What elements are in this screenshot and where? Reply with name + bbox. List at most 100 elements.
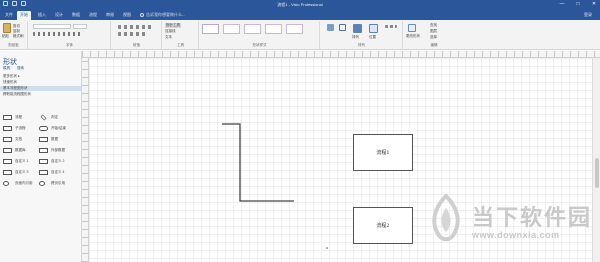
horizontal-ruler (82, 51, 600, 58)
align-button[interactable]: 排列 (352, 35, 359, 40)
position-icon[interactable] (369, 24, 378, 33)
quick-shapes-item[interactable]: 快速形状 (3, 80, 79, 85)
paragraph-group: 段落 (112, 21, 162, 49)
maximize-button[interactable]: □ (575, 1, 581, 7)
paragraph-group-label: 段落 (133, 43, 140, 47)
style-swatch[interactable] (286, 24, 303, 34)
stencil-shape[interactable]: 外部数据 (39, 146, 65, 154)
watermark-url: www.downxia.com (472, 230, 560, 240)
shape-label: 外部数据 (51, 148, 65, 152)
text-tool-button[interactable]: 文本 (165, 35, 172, 40)
stencil-shape[interactable]: 自定义 3 (3, 168, 28, 176)
shape-label: 数据 (51, 137, 58, 141)
scrollbar-thumb[interactable] (595, 158, 599, 188)
shape-thumbnail-icon (3, 170, 12, 175)
tab-review[interactable]: 审阅 (103, 11, 117, 20)
ribbon: 粘贴 剪切 复制 格式刷 剪贴板 字体 段落 指针工具 连接线 文本 工具 形状… (0, 20, 600, 50)
tab-home[interactable]: 开始 (17, 11, 31, 20)
stencil-shape[interactable]: 跨页引用 (39, 179, 65, 187)
shape-thumbnail-icon (39, 159, 48, 164)
minimize-button[interactable]: — (559, 1, 565, 7)
style-swatch[interactable] (202, 24, 219, 34)
format-painter-button[interactable]: 格式刷 (13, 34, 24, 39)
font-name-select[interactable] (33, 24, 71, 29)
tools-group-label: 工具 (177, 43, 184, 47)
select-button[interactable]: 选择 (430, 35, 437, 40)
stencil-shape[interactable]: 判定 (39, 113, 58, 121)
close-button[interactable]: ✕ (591, 1, 597, 7)
indent-buttons[interactable] (118, 32, 146, 36)
stencil-shape[interactable]: 自定义 1 (3, 157, 28, 165)
tab-insert[interactable]: 插入 (35, 11, 49, 20)
font-format-buttons[interactable] (33, 32, 83, 36)
clipboard-group: 粘贴 剪切 复制 格式刷 剪贴板 (0, 21, 28, 49)
process-shape-2[interactable]: 流程2 (353, 207, 413, 244)
shape-thumbnail-icon (3, 115, 12, 120)
stencils-tab[interactable]: 模具 (3, 66, 10, 70)
group-buttons[interactable] (385, 25, 397, 28)
tell-me-box[interactable]: 告诉我你想要做什么... (140, 12, 185, 18)
position-button[interactable]: 位置 (369, 35, 376, 40)
elbow-connector[interactable] (222, 123, 294, 202)
connector-button[interactable]: 连接线 (165, 29, 176, 34)
process-2-label: 流程2 (376, 223, 390, 229)
paste-button[interactable]: 粘贴 (2, 34, 9, 39)
lightbulb-icon (140, 13, 144, 17)
stencil-shape[interactable]: 数据 (39, 135, 58, 143)
style-swatch[interactable] (265, 24, 282, 34)
shape-label: 子流程 (15, 126, 26, 130)
stencil-shape[interactable]: 文档 (3, 135, 22, 143)
stencil-shape[interactable]: 页面内引用 (3, 179, 33, 187)
stencil-shape[interactable]: 流程 (3, 113, 22, 121)
change-shape-icon[interactable] (408, 24, 416, 32)
font-size-select[interactable] (73, 24, 87, 29)
cross-functional-item[interactable]: 跨职能流程图形状 (3, 92, 79, 97)
shape-label: 判定 (51, 115, 58, 119)
sign-in-link[interactable]: 登录 (584, 12, 592, 18)
align-icon[interactable] (353, 24, 362, 33)
shape-styles-group-label: 形状样式 (252, 43, 267, 47)
layers-button[interactable]: 图层 (430, 29, 437, 34)
basic-flowchart-item[interactable]: 基本流程图形状 (0, 86, 81, 91)
tell-me-text: 告诉我你想要做什么... (146, 12, 186, 17)
pointer-tool-button[interactable]: 指针工具 (165, 23, 181, 28)
shape-label: 开始/结束 (51, 126, 66, 130)
editing-group-label: 编辑 (430, 43, 438, 47)
title-bar: 流程1 - Visio Professional — □ ✕ (0, 0, 600, 9)
stencil-shape[interactable]: 自定义 4 (39, 168, 64, 176)
tab-data[interactable]: 数据 (69, 11, 83, 20)
style-swatch[interactable] (244, 24, 261, 34)
change-shape-button[interactable]: 更改形状 (406, 34, 420, 39)
ribbon-tabs: 文件 开始 插入 设计 数据 流程 审阅 视图 告诉我你想要做什么... 登录 (0, 9, 600, 20)
search-tab[interactable]: 搜索 (17, 66, 24, 70)
stencil-shape[interactable]: 开始/结束 (39, 124, 66, 132)
tools-group: 指针工具 连接线 文本 工具 (163, 21, 199, 49)
shape-label: 页面内引用 (15, 181, 33, 185)
stencil-shape[interactable]: 数据库 (3, 146, 26, 154)
window-controls: — □ ✕ (559, 1, 597, 7)
tab-view[interactable]: 视图 (120, 11, 134, 20)
style-swatch[interactable] (223, 24, 240, 34)
find-button[interactable]: 查找 (430, 23, 437, 28)
arrange-group-label: 排列 (358, 43, 365, 47)
tab-process[interactable]: 流程 (86, 11, 100, 20)
process-shape-1[interactable]: 流程1 (353, 134, 413, 171)
line-icon[interactable] (339, 24, 346, 31)
tab-design[interactable]: 设计 (52, 11, 66, 20)
shape-thumbnail-icon (39, 170, 48, 175)
shape-thumbnail-icon (3, 148, 12, 153)
more-shapes-item[interactable]: 更多形状 ▸ (3, 74, 79, 79)
alignment-buttons[interactable] (118, 25, 154, 29)
editing-group: 更改形状 查找 图层 选择 编辑 (404, 21, 464, 49)
paste-icon[interactable] (3, 23, 11, 33)
shapes-pane: 形状 模具 搜索 更多形状 ▸ 快速形状 基本流程图形状 跨职能流程图形状 流程… (0, 51, 82, 262)
stencil-shape[interactable]: 子流程 (3, 124, 26, 132)
shape-thumbnail-icon (3, 126, 12, 131)
stencil-shape[interactable]: 自定义 2 (39, 157, 64, 165)
window-title: 流程1 - Visio Professional (277, 2, 323, 7)
arrange-group: 排列 位置 排列 (321, 21, 403, 49)
vertical-ruler (82, 58, 89, 262)
shape-label: 自定义 1 (15, 159, 29, 163)
fill-icon[interactable] (327, 24, 334, 31)
tab-file[interactable]: 文件 (2, 11, 16, 20)
